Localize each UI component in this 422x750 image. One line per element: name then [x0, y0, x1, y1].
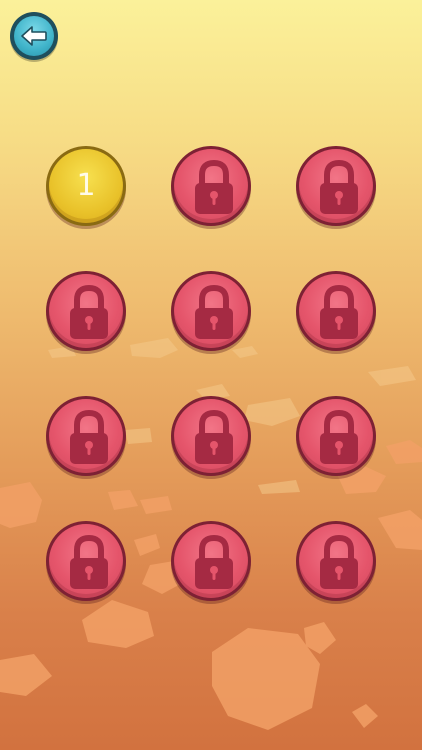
lock-icon	[67, 534, 111, 591]
level-button-face	[174, 149, 248, 223]
lock-icon	[192, 534, 236, 591]
lock-icon	[192, 409, 236, 466]
locked-level-button[interactable]	[46, 396, 126, 476]
level-button-face: 1	[49, 149, 123, 223]
level-button-face	[299, 149, 373, 223]
level-number: 1	[76, 168, 96, 203]
locked-level-button[interactable]	[296, 146, 376, 226]
locked-level-button[interactable]	[171, 146, 251, 226]
lock-icon	[317, 159, 361, 216]
level-button-face	[49, 274, 123, 348]
lock-icon	[67, 284, 111, 341]
lock-icon	[192, 159, 236, 216]
locked-level-button[interactable]	[46, 521, 126, 601]
locked-level-button[interactable]	[171, 396, 251, 476]
lock-icon	[67, 409, 111, 466]
lock-icon	[317, 284, 361, 341]
level-button-face	[174, 524, 248, 598]
level-button-face	[49, 399, 123, 473]
locked-level-button[interactable]	[46, 271, 126, 351]
lock-icon	[317, 534, 361, 591]
level-button-face	[174, 399, 248, 473]
level-button-face	[299, 274, 373, 348]
level-button-face	[299, 524, 373, 598]
level-button-face	[299, 399, 373, 473]
lock-icon	[317, 409, 361, 466]
lock-icon	[192, 284, 236, 341]
locked-level-button[interactable]	[171, 271, 251, 351]
locked-level-button[interactable]	[171, 521, 251, 601]
locked-level-button[interactable]	[296, 521, 376, 601]
level-button-1[interactable]: 1	[46, 146, 126, 226]
level-grid: 1	[0, 0, 422, 750]
locked-level-button[interactable]	[296, 396, 376, 476]
locked-level-button[interactable]	[296, 271, 376, 351]
level-button-face	[174, 274, 248, 348]
level-button-face	[49, 524, 123, 598]
